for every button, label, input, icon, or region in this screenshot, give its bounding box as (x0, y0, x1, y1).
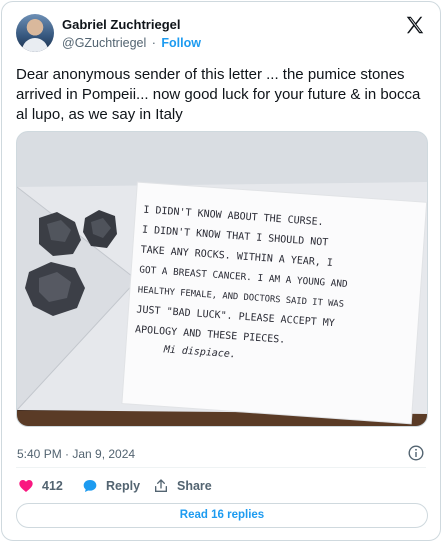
reply-button[interactable]: Reply (82, 478, 140, 494)
tweet-timestamp[interactable]: 5:40 PM · Jan 9, 2024 (17, 447, 135, 461)
author-handle[interactable]: @GZuchtriegel (62, 36, 146, 50)
divider (16, 467, 426, 468)
separator-dot: · (151, 36, 156, 50)
like-count: 412 (42, 479, 63, 493)
share-arrow-icon (155, 479, 167, 492)
share-label: Share (177, 479, 212, 493)
follow-button[interactable]: Follow (161, 36, 201, 50)
heart-icon (19, 480, 33, 492)
read-replies-button[interactable]: Read 16 replies (16, 503, 428, 528)
avatar[interactable] (16, 14, 54, 52)
info-icon[interactable] (408, 445, 424, 461)
x-logo-icon[interactable] (404, 14, 426, 36)
author-handle-line: @GZuchtriegel · Follow (62, 36, 201, 50)
share-button[interactable]: Share (153, 478, 212, 494)
letter-photo-illustration: I DIDN'T KNOW ABOUT THE CURSE. I DIDN'T … (17, 132, 427, 426)
avatar-figure (22, 38, 48, 52)
like-button[interactable]: 412 (18, 478, 63, 494)
tweet-text: Dear anonymous sender of this letter ...… (16, 66, 421, 123)
author-name[interactable]: Gabriel Zuchtriegel (62, 17, 180, 32)
tweet-photo[interactable]: I DIDN'T KNOW ABOUT THE CURSE. I DIDN'T … (16, 131, 428, 427)
tweet-card: Gabriel Zuchtriegel @GZuchtriegel · Foll… (1, 1, 441, 541)
speech-bubble-icon (83, 480, 97, 492)
reply-label: Reply (106, 479, 141, 493)
